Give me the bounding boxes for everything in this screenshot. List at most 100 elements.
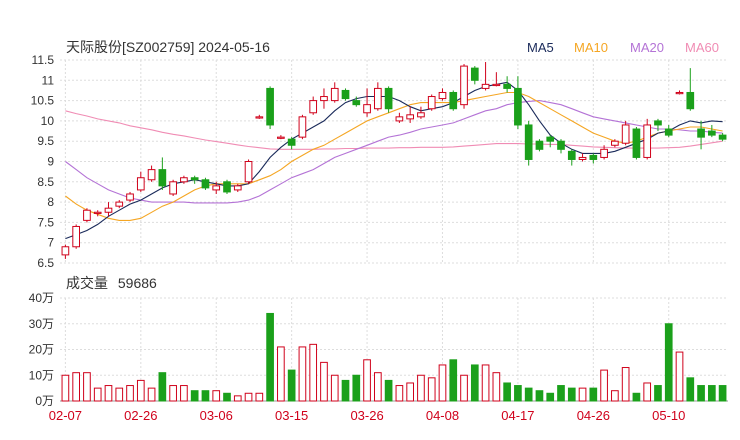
- candle-body: [535, 140, 544, 150]
- volume-bar: [535, 390, 544, 402]
- ma5-line: [65, 81, 723, 240]
- volume-bar: [675, 351, 684, 402]
- candle: [298, 114, 307, 140]
- volume-bar: [190, 390, 199, 402]
- candle: [417, 106, 425, 119]
- volume-bar: [654, 385, 662, 402]
- candle-body: [223, 181, 231, 193]
- volume-bar: [115, 387, 124, 402]
- candle-body: [492, 83, 501, 87]
- candle: [72, 224, 81, 249]
- candle-body: [524, 124, 533, 160]
- price-y-ticks: 11.5 11 10.5 10 9.5 9 8.5 8 7.5 7 6.5: [31, 53, 55, 270]
- candle-body: [481, 83, 490, 89]
- candle-body: [309, 100, 318, 114]
- candle-body: [621, 124, 630, 144]
- candle-body: [664, 128, 673, 136]
- volume-bar: [147, 387, 156, 402]
- candle: [341, 88, 350, 101]
- candle: [438, 88, 447, 101]
- candle: [384, 86, 393, 113]
- volume-label-prefix: 成交量: [66, 275, 108, 291]
- candle: [470, 66, 479, 85]
- candle-body: [611, 140, 619, 146]
- candle-body: [180, 177, 188, 183]
- candle-body: [697, 128, 705, 138]
- volume-bar: [201, 390, 210, 402]
- volume-bar: [180, 385, 188, 402]
- candle: [115, 200, 124, 209]
- candle: [287, 137, 296, 150]
- candle-body: [395, 116, 404, 122]
- volume-bar: [255, 392, 264, 402]
- candle: [330, 82, 339, 103]
- volume-y-tick: 10万: [29, 368, 54, 382]
- candle: [664, 124, 673, 138]
- volume-bar: [320, 361, 328, 402]
- volume-bar: [417, 374, 425, 402]
- chart-title: 天际股份[SZ002759] 2024-05-16: [66, 39, 270, 55]
- candle: [223, 179, 231, 194]
- volume-bar: [718, 385, 727, 402]
- volume-bar: [373, 372, 382, 402]
- candle-body: [330, 87, 339, 102]
- volume-bar: [481, 364, 490, 402]
- candle-body: [578, 156, 587, 160]
- volume-bar: [212, 390, 221, 402]
- price-y-tick: 6.5: [37, 256, 54, 270]
- candle-body: [83, 209, 91, 221]
- price-y-tick: 8: [47, 195, 54, 209]
- volume-bar: [492, 372, 501, 402]
- candle: [535, 139, 544, 152]
- candle-body: [136, 177, 145, 191]
- candle: [546, 135, 555, 148]
- volume-y-tick: 40万: [29, 291, 54, 305]
- candle-body: [126, 193, 134, 201]
- candle-body: [589, 154, 598, 160]
- candle: [643, 118, 652, 160]
- candle-body: [427, 96, 436, 110]
- candle-body: [654, 120, 662, 126]
- volume-bar: [61, 374, 70, 402]
- candle-body: [567, 150, 576, 160]
- x-tick: 02-07: [49, 408, 82, 423]
- candle-body: [104, 207, 113, 213]
- volume-bar: [427, 377, 436, 402]
- candle: [255, 114, 264, 119]
- candle: [567, 149, 576, 166]
- candle: [460, 64, 468, 109]
- candle-body: [546, 136, 555, 142]
- candle: [524, 120, 533, 166]
- candle-body: [686, 91, 695, 110]
- volume-label: 成交量 59686: [66, 275, 157, 291]
- candle: [395, 112, 404, 123]
- volume-bar: [438, 364, 447, 402]
- volume-y-tick: 0万: [35, 394, 54, 408]
- candle-body: [470, 67, 479, 81]
- volume-bar: [406, 382, 415, 402]
- volume-bar: [643, 382, 652, 402]
- volume-bar: [524, 387, 533, 402]
- candle-body: [707, 130, 716, 136]
- volume-bar: [104, 385, 113, 402]
- volume-bar: [514, 385, 522, 402]
- volume-bar: [384, 379, 393, 402]
- candle: [244, 159, 253, 184]
- candle: [492, 72, 501, 87]
- candle-body: [384, 87, 393, 110]
- price-grid: [60, 59, 728, 264]
- volume-bar: [83, 372, 91, 402]
- candle-body: [72, 225, 81, 248]
- candle: [169, 179, 177, 197]
- volume-bar: [546, 392, 555, 402]
- candle: [126, 191, 134, 203]
- volume-y-ticks: 40万 30万 20万 10万 0万: [29, 291, 54, 408]
- volume-bar: [578, 387, 587, 402]
- volume-bar: [707, 385, 716, 402]
- candle-body: [449, 91, 458, 110]
- candle: [718, 133, 727, 142]
- volume-bar: [664, 323, 673, 402]
- candle-body: [233, 185, 242, 191]
- volume-bar: [460, 374, 468, 402]
- volume-y-tick: 30万: [29, 317, 54, 331]
